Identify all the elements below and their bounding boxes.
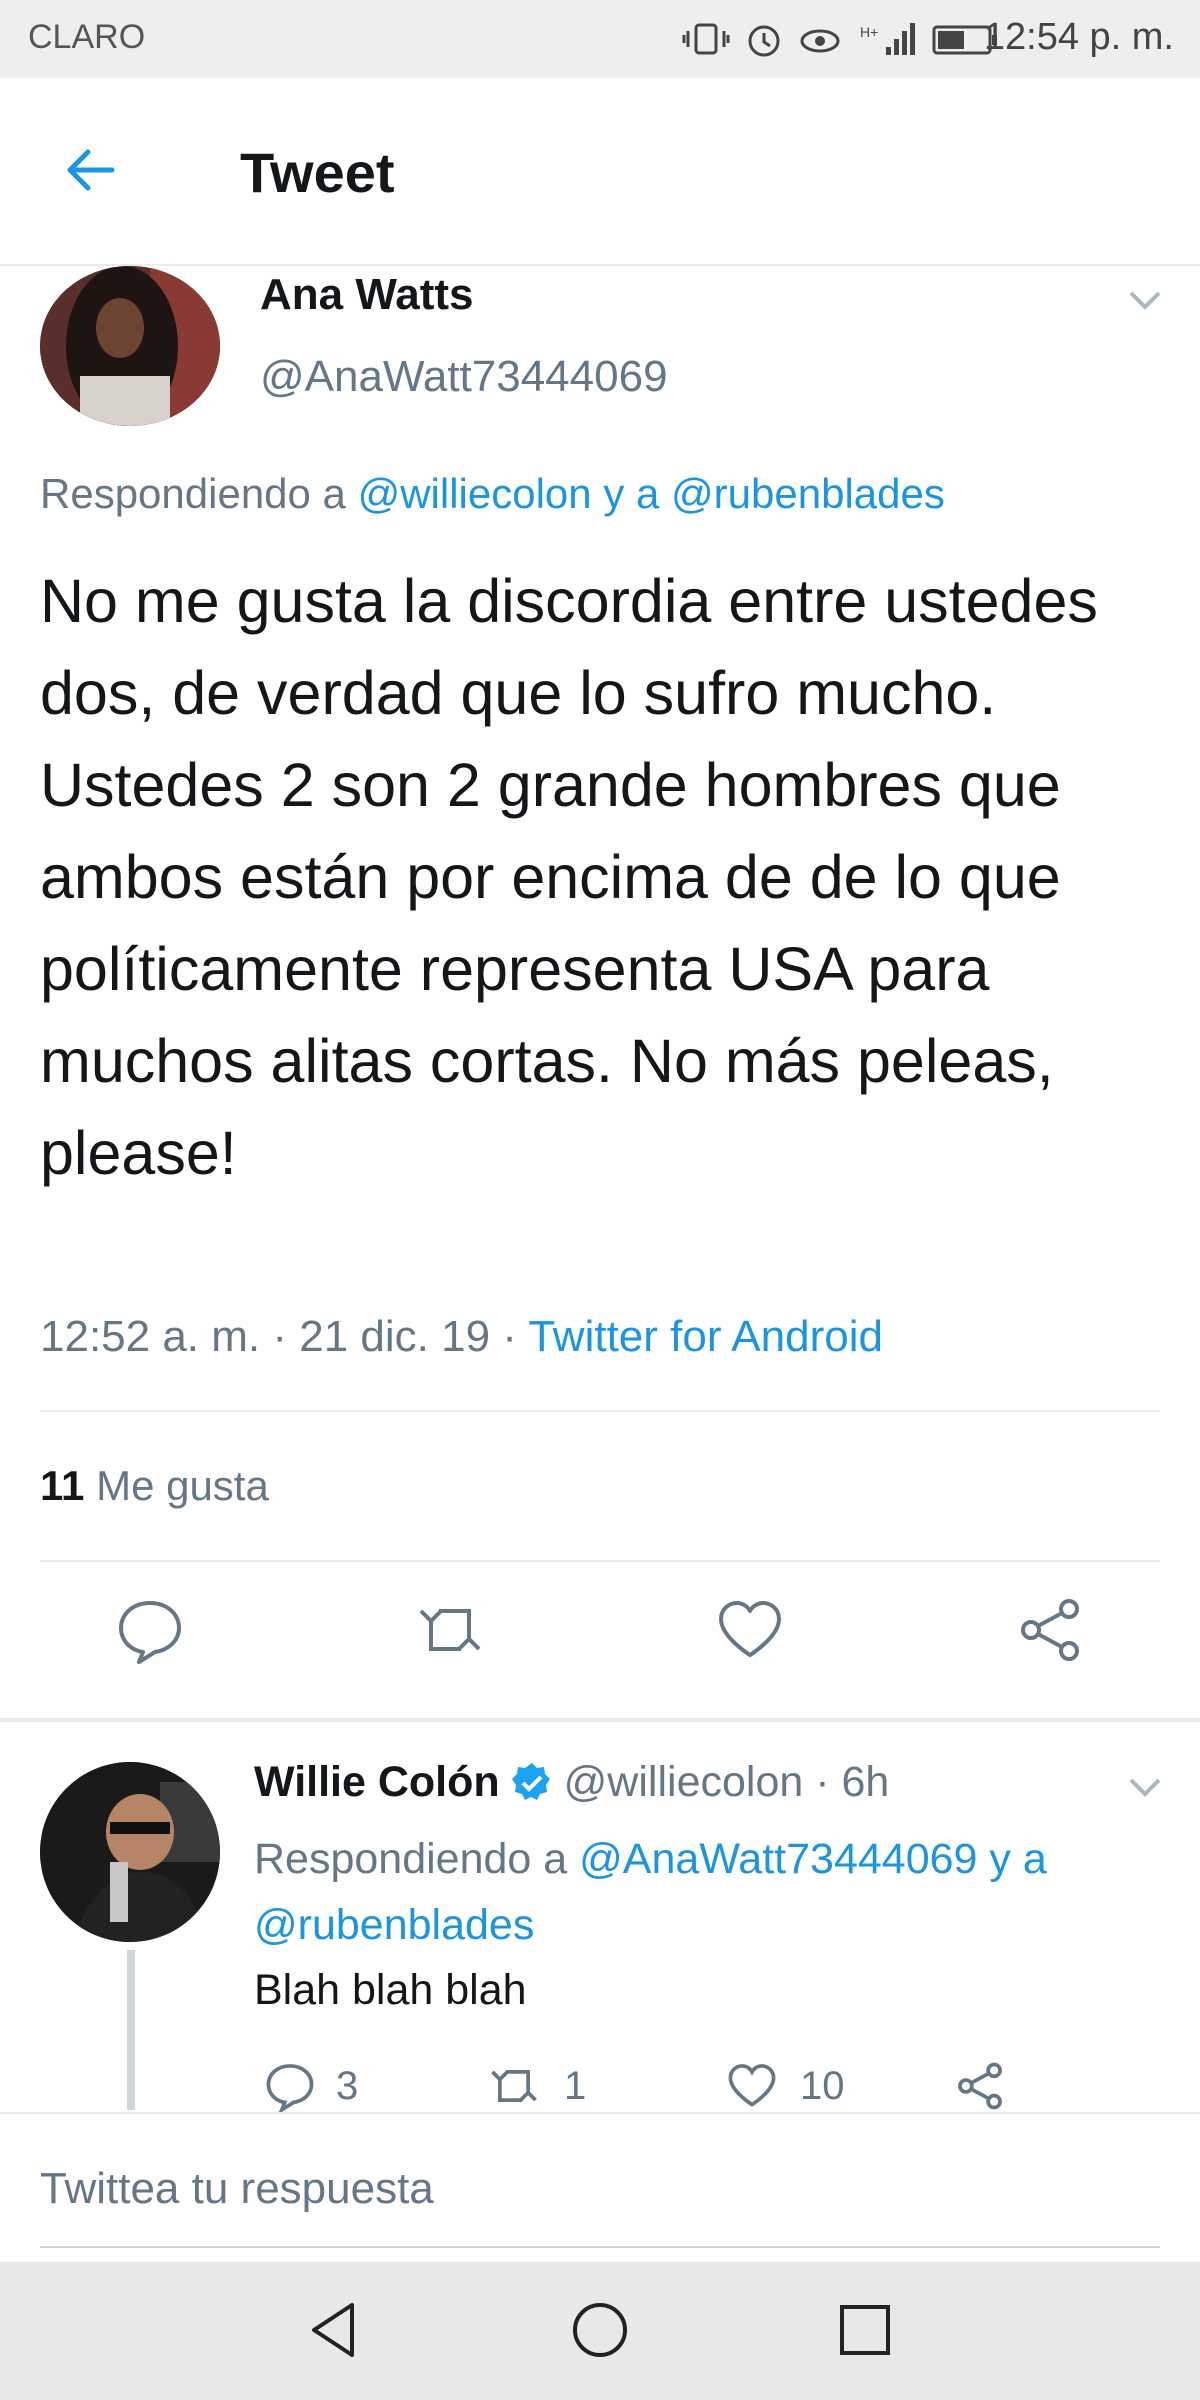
thread-line: [127, 1950, 135, 2110]
verified-badge-icon: [511, 1762, 550, 1800]
like-icon: [728, 2064, 776, 2107]
alarm-icon: [748, 25, 780, 57]
eye-icon: [800, 29, 840, 53]
section-separator: [0, 1718, 1200, 1722]
replying-joiner[interactable]: y a: [989, 1835, 1046, 1883]
nav-recents-icon[interactable]: [830, 2295, 900, 2365]
divider: [40, 1560, 1160, 1562]
replying-prefix: Respondiendo a: [40, 470, 346, 517]
replying-to: Respondiendo a @williecolon y a @rubenbl…: [40, 470, 945, 518]
replying-joiner[interactable]: y a: [603, 470, 659, 517]
reply-input[interactable]: Twittea tu respuesta: [40, 2164, 434, 2214]
tweet-timestamp[interactable]: 12:52 a. m. · 21 dic. 19 ·: [40, 1312, 517, 1361]
mention-link[interactable]: @rubenblades: [671, 470, 945, 517]
retweet-count: 1: [564, 2063, 587, 2108]
like-icon[interactable]: [715, 1595, 785, 1665]
like-action[interactable]: 10: [724, 2060, 845, 2112]
tweet-text: No me gusta la discordia entre ustedes d…: [40, 567, 1098, 1187]
retweet-icon[interactable]: [415, 1595, 485, 1665]
status-icons: H+: [682, 14, 1000, 64]
back-arrow-icon[interactable]: [60, 140, 120, 200]
reply-author-handle[interactable]: @williecolon · 6h: [564, 1758, 890, 1807]
replying-to: Respondiendo a @AnaWatt73444069 y a @rub…: [254, 1826, 1174, 1958]
likes-count: 11: [40, 1462, 85, 1509]
author-handle[interactable]: @AnaWatt73444069: [260, 352, 668, 402]
share-action[interactable]: [954, 2060, 1006, 2112]
nav-back-icon[interactable]: [300, 2295, 370, 2365]
svg-text:H+: H+: [860, 24, 878, 40]
signal-icon: H+: [860, 23, 915, 55]
avatar[interactable]: [40, 266, 220, 426]
likes-label: Me gusta: [96, 1462, 269, 1509]
vibrate-icon: [682, 23, 730, 55]
replying-prefix: Respondiendo a: [254, 1835, 568, 1883]
reply-author-name[interactable]: Willie Colón: [254, 1758, 500, 1807]
reply-actions: 3 1 10: [254, 2060, 1154, 2120]
reply-input-underline: [40, 2246, 1160, 2248]
reply-author-row: Willie Colón @williecolon · 6h: [254, 1758, 889, 1807]
mention-link[interactable]: @williecolon: [358, 470, 592, 517]
reply-action[interactable]: 3: [264, 2060, 358, 2112]
reply-icon[interactable]: [115, 1595, 185, 1665]
retweet-icon: [491, 2070, 537, 2102]
clock: 12:54 p. m.: [983, 16, 1174, 58]
mention-link[interactable]: @rubenblades: [254, 1901, 534, 1949]
mention-link[interactable]: @AnaWatt73444069: [579, 1835, 977, 1883]
reply-count: 3: [336, 2063, 359, 2108]
share-icon: [958, 2062, 1002, 2110]
reply-text: Blah blah blah: [254, 1966, 527, 2014]
nav-home-icon[interactable]: [565, 2295, 635, 2365]
retweet-action[interactable]: 1: [484, 2060, 586, 2112]
likes-summary[interactable]: 11 Me gusta: [40, 1462, 269, 1510]
app-header: [0, 78, 1200, 266]
reply-icon: [266, 2064, 314, 2112]
tweet-meta: 12:52 a. m. · 21 dic. 19 · Twitter for A…: [40, 1312, 883, 1362]
like-count: 10: [800, 2063, 845, 2108]
carrier-name: CLARO: [28, 18, 146, 56]
chevron-down-icon[interactable]: [1125, 285, 1165, 315]
page-title: Tweet: [240, 141, 395, 204]
divider: [40, 1410, 1160, 1412]
chevron-down-icon[interactable]: [1125, 1772, 1165, 1802]
share-icon[interactable]: [1015, 1595, 1085, 1665]
avatar[interactable]: [40, 1762, 220, 1942]
avatar-photo: [40, 1762, 220, 1942]
avatar-photo: [40, 266, 220, 426]
tweet-client-link[interactable]: Twitter for Android: [528, 1312, 883, 1361]
author-name[interactable]: Ana Watts: [260, 270, 474, 320]
tweet-actions: [0, 1595, 1200, 1685]
